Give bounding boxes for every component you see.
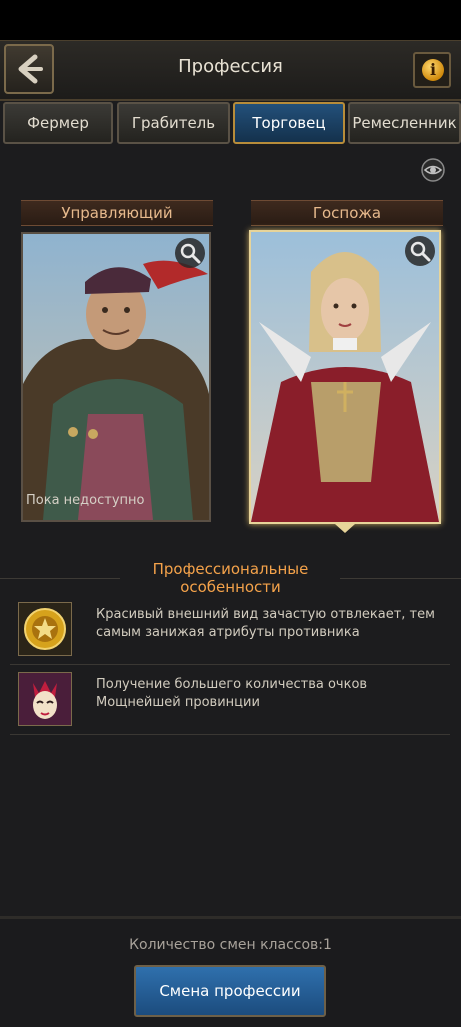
unavailable-label: Пока недоступно [26,493,145,508]
crest-icon [18,602,72,656]
tab-craftsman[interactable]: Ремесленник [348,102,461,144]
zoom-icon[interactable] [175,238,205,268]
card-label-manager: Управляющий [21,200,213,226]
portrait-card-manager[interactable]: Пока недоступно [21,232,211,522]
info-button[interactable]: i [413,52,451,88]
carnival-mask-icon [18,672,72,726]
tab-robber[interactable]: Грабитель [117,102,230,144]
tab-farmer[interactable]: Фермер [3,102,113,144]
card-label-lady: Госпожа [251,200,443,226]
feature-row: Красивый внешний вид зачастую отвлекает,… [10,598,450,665]
features-title-line2: особенности [180,578,281,596]
feature-row: Получение большего количества очков Мощн… [10,668,450,735]
change-profession-button[interactable]: Смена профессии [134,965,326,1017]
status-bar [0,0,461,40]
eye-settings-icon[interactable] [421,158,445,182]
manager-portrait-image [23,234,209,520]
tab-merchant[interactable]: Торговец [233,102,345,144]
features-title-line1: Профессиональные [152,560,309,578]
header-bar: Профессия i [0,40,461,101]
footer-panel: Количество смен классов:1 Смена професси… [0,916,461,1027]
lady-portrait-image [251,232,439,522]
feature-description: Получение большего количества очков Мощн… [96,677,368,710]
zoom-icon[interactable] [405,236,435,266]
feature-description: Красивый внешний вид зачастую отвлекает,… [96,607,435,640]
portrait-card-lady[interactable] [249,230,441,524]
profession-tabs: Фермер Грабитель Торговец Ремесленник [0,100,461,146]
page-title: Профессия [178,56,283,77]
class-change-count: Количество смен классов:1 [129,937,332,953]
info-icon: i [422,59,444,81]
selection-indicator-icon [335,524,355,533]
features-title: Профессиональные особенности [0,560,461,596]
